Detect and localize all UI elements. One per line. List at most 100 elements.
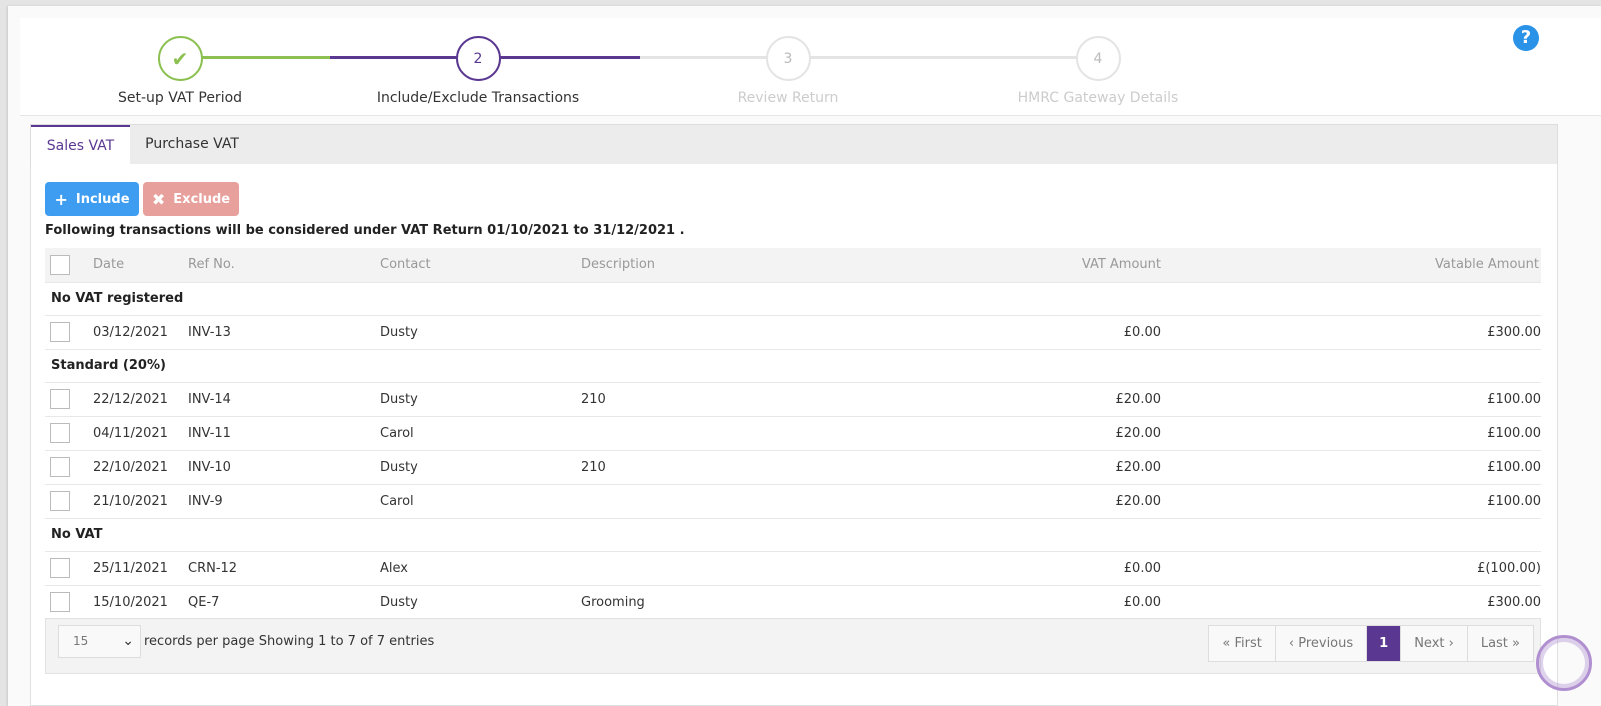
cell-contact: Alex (380, 550, 581, 585)
cell-description: 210 (581, 381, 911, 416)
step-number: 2 (455, 36, 501, 81)
cell-vat-amount: £20.00 (911, 483, 1161, 518)
pager-first-button[interactable]: « First (1209, 626, 1276, 661)
showing-entries-text: Showing 1 to 7 of 7 entries (258, 634, 435, 649)
vat-period-summary: Following transactions will be considere… (45, 223, 685, 238)
cell-vatable-amount: £300.00 (1161, 584, 1541, 619)
table-row[interactable]: 25/11/2021 CRN-12 Alex £0.00 £(100.00) (45, 550, 1541, 585)
pager-next-button[interactable]: Next › (1401, 626, 1468, 661)
pager-last-button[interactable]: Last » (1468, 626, 1533, 661)
cell-vat-amount: £20.00 (911, 415, 1161, 450)
vat-tabs: Sales VAT Purchase VAT (30, 124, 1558, 165)
column-header-ref[interactable]: Ref No. (188, 248, 380, 282)
include-button[interactable]: + Include (45, 182, 139, 216)
check-icon: ✔ (157, 36, 203, 81)
step-label: HMRC Gateway Details (1017, 90, 1179, 106)
cell-date: 15/10/2021 (89, 584, 188, 619)
exclude-button-label: Exclude (173, 191, 231, 207)
table-row[interactable]: 21/10/2021 INV-9 Carol £20.00 £100.00 (45, 483, 1541, 518)
column-header-date[interactable]: Date (89, 248, 188, 282)
times-icon: ✖ (151, 189, 166, 209)
row-checkbox[interactable] (50, 592, 70, 613)
cell-contact: Dusty (380, 584, 581, 619)
cell-ref: INV-13 (188, 314, 380, 349)
plus-icon: + (54, 189, 68, 209)
column-header-vatable-amount[interactable]: Vatable Amount (1161, 248, 1541, 282)
cell-vat-amount: £0.00 (911, 584, 1161, 619)
table-header-row: Date Ref No. Contact Description VAT Amo… (45, 248, 1541, 282)
table-row[interactable]: 15/10/2021 QE-7 Dusty Grooming £0.00 £30… (45, 584, 1541, 619)
records-per-page-label: records per page (144, 634, 255, 649)
loading-spinner-icon (1536, 635, 1592, 691)
cell-date: 21/10/2021 (89, 483, 188, 518)
cell-description (581, 314, 911, 349)
chevron-down-icon: ⌄ (122, 633, 134, 649)
wizard-step-review-return: 3 Review Return (678, 36, 898, 106)
select-all-checkbox[interactable] (50, 254, 70, 275)
cell-vat-amount: £0.00 (911, 314, 1161, 349)
cell-contact: Carol (380, 415, 581, 450)
cell-ref: INV-9 (188, 483, 380, 518)
cell-vatable-amount: £100.00 (1161, 381, 1541, 416)
cell-description (581, 550, 911, 585)
column-header-contact[interactable]: Contact (380, 248, 581, 282)
exclude-button[interactable]: ✖ Exclude (143, 182, 239, 216)
cell-vat-amount: £0.00 (911, 550, 1161, 585)
cell-vatable-amount: £100.00 (1161, 415, 1541, 450)
group-label: No VAT (45, 517, 1541, 551)
pager-page-1[interactable]: 1 (1367, 626, 1402, 661)
wizard-step-setup-vat-period[interactable]: ✔ Set-up VAT Period (70, 36, 290, 106)
cell-vatable-amount: £100.00 (1161, 483, 1541, 518)
cell-ref: CRN-12 (188, 550, 380, 585)
wizard-step-include-exclude[interactable]: 2 Include/Exclude Transactions (368, 36, 588, 106)
cell-contact: Dusty (380, 449, 581, 484)
group-row: No VAT (45, 517, 1541, 551)
cell-date: 03/12/2021 (89, 314, 188, 349)
column-header-description[interactable]: Description (581, 248, 911, 282)
cell-ref: QE-7 (188, 584, 380, 619)
group-row: No VAT registered (45, 281, 1541, 315)
cell-ref: INV-10 (188, 449, 380, 484)
page-size-select[interactable]: 15 ⌄ (58, 625, 141, 658)
cell-contact: Dusty (380, 381, 581, 416)
cell-date: 25/11/2021 (89, 550, 188, 585)
row-checkbox[interactable] (50, 457, 70, 477)
step-label: Review Return (737, 90, 839, 106)
row-checkbox[interactable] (50, 491, 70, 511)
wizard-step-hmrc-gateway: 4 HMRC Gateway Details (988, 36, 1208, 106)
cell-vat-amount: £20.00 (911, 449, 1161, 484)
transactions-table: Date Ref No. Contact Description VAT Amo… (45, 248, 1541, 619)
cell-vat-amount: £20.00 (911, 381, 1161, 416)
cell-date: 04/11/2021 (89, 415, 188, 450)
cell-description (581, 415, 911, 450)
table-row[interactable]: 04/11/2021 INV-11 Carol £20.00 £100.00 (45, 415, 1541, 450)
table-row[interactable]: 22/12/2021 INV-14 Dusty 210 £20.00 £100.… (45, 381, 1541, 416)
cell-vatable-amount: £(100.00) (1161, 550, 1541, 585)
cell-contact: Carol (380, 483, 581, 518)
tab-purchase-vat[interactable]: Purchase VAT (130, 125, 254, 165)
step-label: Include/Exclude Transactions (376, 90, 580, 106)
tab-sales-vat[interactable]: Sales VAT (31, 125, 130, 165)
cell-ref: INV-14 (188, 381, 380, 416)
cell-vatable-amount: £300.00 (1161, 314, 1541, 349)
page-size-value: 15 (73, 634, 89, 648)
table-row[interactable]: 03/12/2021 INV-13 Dusty £0.00 £300.00 (45, 314, 1541, 349)
cell-description: 210 (581, 449, 911, 484)
pagination: « First ‹ Previous 1 Next › Last » (1208, 625, 1534, 662)
row-checkbox[interactable] (50, 423, 70, 443)
pager-previous-button[interactable]: ‹ Previous (1276, 626, 1368, 661)
table-footer: 15 ⌄ records per page Showing 1 to 7 of … (45, 618, 1541, 674)
cell-ref: INV-11 (188, 415, 380, 450)
row-checkbox[interactable] (50, 558, 70, 578)
records-info: records per page Showing 1 to 7 of 7 ent… (144, 634, 434, 649)
table-row[interactable]: 22/10/2021 INV-10 Dusty 210 £20.00 £100.… (45, 449, 1541, 484)
cell-description (581, 483, 911, 518)
row-checkbox[interactable] (50, 389, 70, 409)
column-header-vat-amount[interactable]: VAT Amount (911, 248, 1161, 282)
row-checkbox[interactable] (50, 322, 70, 342)
step-label: Set-up VAT Period (117, 90, 243, 106)
help-icon[interactable]: ? (1513, 25, 1539, 51)
include-button-label: Include (75, 191, 130, 207)
transactions-panel: + Include ✖ Exclude Following transactio… (30, 164, 1558, 706)
vat-wizard-stepper: ✔ Set-up VAT Period 2 Include/Exclude Tr… (20, 18, 1601, 116)
